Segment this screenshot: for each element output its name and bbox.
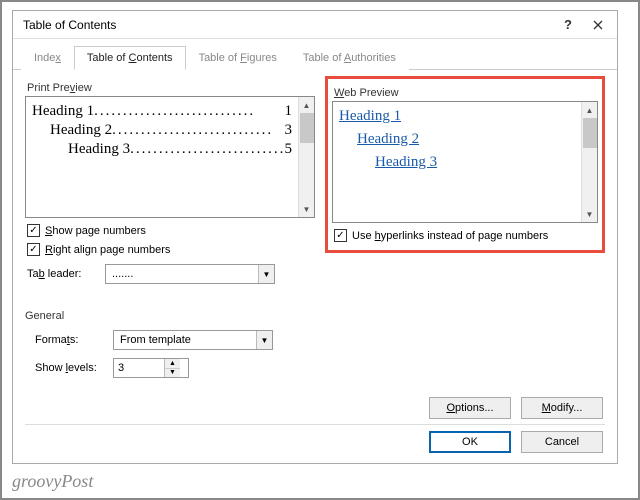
tab-figures[interactable]: Table of Figures: [186, 46, 290, 70]
tab-leader-label: Tab leader:: [27, 268, 97, 280]
use-hyperlinks-row[interactable]: ✓ Use hyperlinks instead of page numbers: [334, 229, 598, 242]
print-preview-label: Print Preview: [27, 82, 315, 94]
web-preview-label: Web Preview: [334, 87, 598, 99]
tab-leader-select[interactable]: ....... ▼: [105, 264, 275, 284]
chevron-down-icon[interactable]: ▼: [258, 265, 274, 283]
bottom-buttons: OK Cancel: [429, 431, 603, 453]
toc-dialog: Table of Contents ? Index Table of Conte…: [12, 10, 618, 464]
titlebar: Table of Contents ?: [13, 11, 617, 39]
toc-leader: ............................: [112, 122, 282, 139]
toc-leader: ............................: [94, 103, 282, 120]
scrollbar[interactable]: ▲ ▼: [298, 97, 314, 217]
mid-buttons: Options... Modify...: [429, 397, 603, 419]
formats-value: From template: [114, 334, 256, 346]
toc-entry: Heading 3: [68, 141, 130, 158]
chevron-down-icon[interactable]: ▼: [256, 331, 272, 349]
toc-entry: Heading 2: [50, 122, 112, 139]
checkbox-checked-icon[interactable]: ✓: [27, 224, 40, 237]
options-button[interactable]: Options...: [429, 397, 511, 419]
web-link[interactable]: Heading 1: [339, 108, 575, 125]
web-preview-section: Web Preview Heading 1 Heading 2 Heading …: [325, 78, 605, 378]
toc-entry: Heading 1: [32, 103, 94, 120]
right-align-row[interactable]: ✓ Right align page numbers: [27, 243, 315, 256]
toc-page: 1: [283, 103, 293, 120]
scroll-thumb[interactable]: [583, 118, 597, 148]
formats-label: Formats:: [35, 334, 105, 346]
tab-strip: Index Table of Contents Table of Figures…: [13, 39, 617, 70]
scroll-up-icon[interactable]: ▲: [582, 102, 597, 118]
scrollbar[interactable]: ▲ ▼: [581, 102, 597, 222]
web-preview-content: Heading 1 Heading 2 Heading 3: [333, 102, 581, 222]
spinner-down-icon[interactable]: ▼: [165, 369, 180, 378]
tab-toc[interactable]: Table of Contents: [74, 46, 186, 70]
right-align-label: Right align page numbers: [45, 244, 170, 256]
use-hyperlinks-label: Use hyperlinks instead of page numbers: [352, 230, 548, 242]
close-button[interactable]: [583, 14, 613, 36]
show-page-numbers-row[interactable]: ✓ Show page numbers: [27, 224, 315, 237]
ok-button[interactable]: OK: [429, 431, 511, 453]
toc-page: 5: [283, 141, 293, 158]
toc-page: 3: [283, 122, 293, 139]
tab-index[interactable]: Index: [21, 46, 74, 70]
formats-select[interactable]: From template ▼: [113, 330, 273, 350]
modify-button[interactable]: Modify...: [521, 397, 603, 419]
spinner-up-icon[interactable]: ▲: [165, 359, 180, 369]
general-label: General: [25, 310, 315, 322]
tab-authorities[interactable]: Table of Authorities: [290, 46, 409, 70]
checkbox-checked-icon[interactable]: ✓: [334, 229, 347, 242]
show-levels-spinner[interactable]: ▲ ▼: [113, 358, 189, 378]
scroll-thumb[interactable]: [300, 113, 314, 143]
scroll-down-icon[interactable]: ▼: [582, 206, 597, 222]
scroll-down-icon[interactable]: ▼: [299, 201, 314, 217]
dialog-body: Print Preview Heading 1.................…: [13, 70, 617, 463]
print-preview-section: Print Preview Heading 1.................…: [25, 78, 315, 378]
show-page-numbers-label: Show page numbers: [45, 225, 146, 237]
toc-leader: ............................: [130, 141, 282, 158]
print-preview-content: Heading 1............................1 H…: [26, 97, 298, 217]
show-levels-input[interactable]: [114, 359, 164, 377]
tab-leader-row: Tab leader: ....... ▼: [27, 264, 315, 284]
highlight-box: Web Preview Heading 1 Heading 2 Heading …: [325, 76, 605, 253]
scroll-up-icon[interactable]: ▲: [299, 97, 314, 113]
show-levels-label: Show levels:: [35, 362, 105, 374]
web-link[interactable]: Heading 2: [339, 131, 575, 148]
separator: [25, 424, 605, 425]
cancel-button[interactable]: Cancel: [521, 431, 603, 453]
checkbox-checked-icon[interactable]: ✓: [27, 243, 40, 256]
watermark: groovyPost: [12, 471, 93, 492]
dialog-title: Table of Contents: [23, 18, 553, 32]
web-link[interactable]: Heading 3: [339, 154, 575, 171]
general-section: General Formats: From template ▼ Show le…: [25, 310, 315, 378]
web-preview-box: Heading 1 Heading 2 Heading 3 ▲ ▼: [332, 101, 598, 223]
print-preview-box: Heading 1............................1 H…: [25, 96, 315, 218]
tab-leader-value: .......: [106, 268, 258, 280]
help-button[interactable]: ?: [553, 14, 583, 36]
